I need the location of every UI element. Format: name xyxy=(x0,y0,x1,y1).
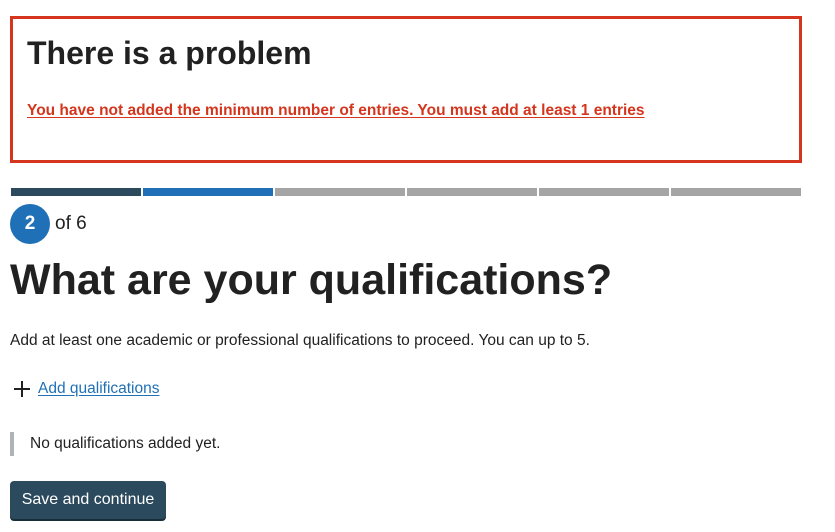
save-and-continue-button[interactable]: Save and continue xyxy=(10,481,166,519)
progress-segment-2 xyxy=(143,188,273,196)
step-number-badge: 2 xyxy=(10,204,50,244)
empty-state-inset: No qualifications added yet. xyxy=(10,432,220,456)
step-total-label: of 6 xyxy=(55,213,87,234)
progress-segment-6 xyxy=(671,188,801,196)
empty-state-text: No qualifications added yet. xyxy=(30,435,221,452)
error-summary-title: There is a problem xyxy=(27,35,312,71)
page-hint: Add at least one academic or professiona… xyxy=(10,332,590,349)
add-qualifications-link[interactable]: Add qualifications xyxy=(12,378,160,400)
page-title: What are your qualifications? xyxy=(10,256,613,304)
step-progress-bar xyxy=(11,188,801,196)
error-summary: There is a problem You have not added th… xyxy=(10,16,802,163)
add-qualifications-label: Add qualifications xyxy=(38,380,160,397)
progress-segment-4 xyxy=(407,188,537,196)
error-summary-link[interactable]: You have not added the minimum number of… xyxy=(27,101,645,121)
plus-icon xyxy=(12,379,32,399)
progress-segment-5 xyxy=(539,188,669,196)
progress-segment-3 xyxy=(275,188,405,196)
progress-segment-1 xyxy=(11,188,141,196)
